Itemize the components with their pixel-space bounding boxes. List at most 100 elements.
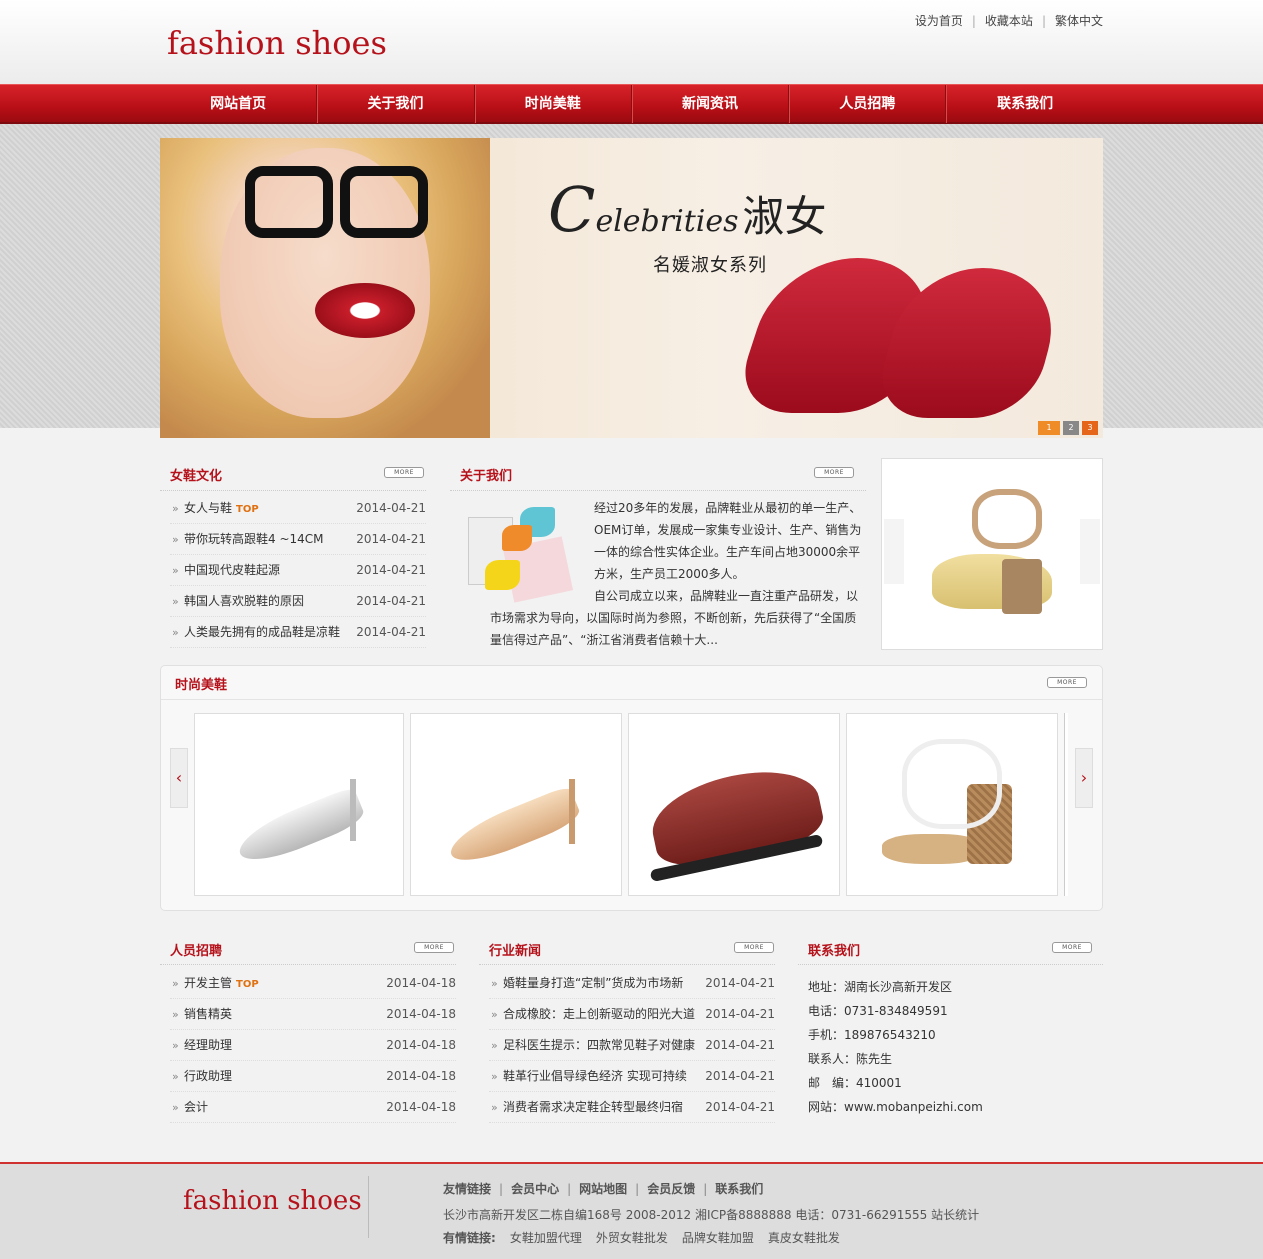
top-links: 设为首页 | 收藏本站 | 繁体中文 [915,12,1103,29]
culture-list: 女人与鞋 TOP 2014-04-21 带你玩转高跟鞋4 ~14CM 2014-04-… [170,493,426,648]
friend-link[interactable]: 外贸女鞋批发 [596,1231,668,1245]
list-item[interactable]: 开发主管 TOP 2014-04-18 [170,968,456,999]
traditional-chinese-link[interactable]: 繁体中文 [1055,14,1103,28]
jobs-title: 人员招聘 [170,944,223,959]
footer-links: 友情链接 | 会员中心 | 网站地图 | 会员反馈 | 联系我们 [443,1180,763,1197]
nav-item-jobs[interactable]: 人员招聘 [789,85,947,123]
list-item[interactable]: 带你玩转高跟鞋4 ~14CM 2014-04-21 [170,524,426,555]
divider [479,964,775,965]
list-item-text[interactable]: 韩国人喜欢脱鞋的原因 [184,586,304,616]
nav-item-news[interactable]: 新闻资讯 [632,85,790,123]
list-item-text[interactable]: 经理助理 [184,1030,232,1060]
jobs-more-button[interactable]: MORE [414,942,454,953]
list-item[interactable]: 销售精英 2014-04-18 [170,999,456,1030]
list-item-text[interactable]: 销售精英 [184,999,232,1029]
contact-person: 联系人：陈先生 [808,1052,893,1066]
list-item[interactable]: 人类最先拥有的成品鞋是凉鞋 2014-04-21 [170,617,426,648]
list-item[interactable]: 女人与鞋 TOP 2014-04-21 [170,493,426,524]
list-item[interactable]: 中国现代皮鞋起源 2014-04-21 [170,555,426,586]
list-item-text[interactable]: 足科医生提示：四款常见鞋子对健康 [503,1030,695,1060]
list-item-text[interactable]: 婚鞋量身打造“定制”货成为市场新 [503,968,683,998]
top-badge: TOP [236,504,259,515]
footer-link-feedback[interactable]: 会员反馈 [647,1182,695,1196]
footer-link-contact[interactable]: 联系我们 [715,1182,763,1196]
shoe-card-edge [1064,713,1068,896]
shoe-card[interactable] [194,713,404,896]
featured-next-arrow[interactable] [1080,519,1100,584]
list-item[interactable]: 会计 2014-04-18 [170,1092,456,1123]
footer-friend-links: 有情链接: 女鞋加盟代理 外贸女鞋批发 品牌女鞋加盟 真皮女鞋批发 [443,1229,854,1246]
sandal-strap-image [902,739,1002,829]
orange-heel-image [502,525,532,551]
about-more-button[interactable]: MORE [814,467,854,478]
shoes-next-arrow[interactable]: › [1075,748,1093,808]
list-item-text[interactable]: 合成橡胶：走上创新驱动的阳光大道 [503,999,695,1029]
list-item[interactable]: 韩国人喜欢脱鞋的原因 2014-04-21 [170,586,426,617]
bookmark-link[interactable]: 收藏本站 [985,14,1033,28]
footer-logo[interactable]: fashion shoes [183,1186,362,1216]
contact-website[interactable]: 网站：www.mobanpeizhi.com [808,1095,983,1119]
nav-item-about[interactable]: 关于我们 [317,85,475,123]
hero-banner[interactable]: Celebrities淑女 名媛淑女系列 [160,138,1103,438]
nav-item-home[interactable]: 网站首页 [160,85,318,123]
list-item-date: 2014-04-18 [386,1038,456,1052]
footer-link-friends[interactable]: 友情链接 [443,1182,491,1196]
list-item-date: 2014-04-21 [356,594,426,608]
banner-page-1[interactable]: 1 [1038,421,1060,435]
list-item-date: 2014-04-21 [356,625,426,639]
friend-links-label: 有情链接: [443,1231,496,1245]
list-item-text[interactable]: 带你玩转高跟鞋4 ~14CM [184,524,324,554]
separator: | [1041,14,1046,28]
banner-pager: 1 2 3 [1038,421,1098,435]
list-item[interactable]: 合成橡胶：走上创新驱动的阳光大道 2014-04-21 [489,999,775,1030]
about-image [460,497,590,607]
footer-link-sitemap[interactable]: 网站地图 [579,1182,627,1196]
list-item-date: 2014-04-21 [705,1069,775,1083]
list-item-date: 2014-04-18 [386,1007,456,1021]
yellow-heel-image [485,560,520,590]
list-item-text[interactable]: 女人与鞋 [184,501,232,515]
list-item-text[interactable]: 会计 [184,1092,208,1122]
nav-item-shoes[interactable]: 时尚美鞋 [475,85,632,123]
list-item-text[interactable]: 中国现代皮鞋起源 [184,555,280,585]
banner-page-3[interactable]: 3 [1082,421,1098,435]
friend-link[interactable]: 女鞋加盟代理 [510,1231,582,1245]
shoe-card[interactable] [410,713,622,896]
culture-more-button[interactable]: MORE [384,467,424,478]
shoes-more-button[interactable]: MORE [1047,677,1087,688]
shoes-prev-arrow[interactable]: ‹ [170,748,188,808]
banner-page-2[interactable]: 2 [1063,421,1079,435]
list-item-date: 2014-04-18 [386,1069,456,1083]
set-homepage-link[interactable]: 设为首页 [915,14,963,28]
about-text: 经过20多年的发展，品牌鞋业从最初的单一生产、OEM订单，发展成一家集专业设计、… [460,497,865,657]
culture-title: 女鞋文化 [170,469,223,484]
list-item[interactable]: 消费者需求决定鞋企转型最终归宿 2014-04-21 [489,1092,775,1123]
list-item-text[interactable]: 消费者需求决定鞋企转型最终归宿 [503,1092,683,1122]
list-item-date: 2014-04-18 [386,976,456,990]
contact-mobile: 手机：189876543210 [808,1028,936,1042]
friend-link[interactable]: 真皮女鞋批发 [768,1231,840,1245]
featured-prev-arrow[interactable] [884,519,904,584]
site-logo[interactable]: fashion shoes [167,24,387,62]
list-item[interactable]: 鞋革行业倡导绿色经济 实现可持续 2014-04-21 [489,1061,775,1092]
list-item[interactable]: 行政助理 2014-04-18 [170,1061,456,1092]
shoe-card[interactable] [846,713,1058,896]
news-more-button[interactable]: MORE [734,942,774,953]
list-item-text[interactable]: 行政助理 [184,1061,232,1091]
nav-item-contact[interactable]: 联系我们 [946,85,1103,123]
shoe-card[interactable] [628,713,840,896]
list-item[interactable]: 足科医生提示：四款常见鞋子对健康 2014-04-21 [489,1030,775,1061]
separator: | [567,1182,572,1196]
list-item-text[interactable]: 开发主管 [184,976,232,990]
divider [450,490,866,491]
list-item[interactable]: 经理助理 2014-04-18 [170,1030,456,1061]
contact-more-button[interactable]: MORE [1052,942,1092,953]
list-item-text[interactable]: 鞋革行业倡导绿色经济 实现可持续 [503,1061,687,1091]
list-item-date: 2014-04-21 [705,1007,775,1021]
friend-link[interactable]: 品牌女鞋加盟 [682,1231,754,1245]
footer-link-member[interactable]: 会员中心 [511,1182,559,1196]
list-item-text[interactable]: 人类最先拥有的成品鞋是凉鞋 [184,617,340,647]
about-title: 关于我们 [460,469,513,484]
list-item-date: 2014-04-21 [705,1100,775,1114]
list-item[interactable]: 婚鞋量身打造“定制”货成为市场新 2014-04-21 [489,968,775,999]
